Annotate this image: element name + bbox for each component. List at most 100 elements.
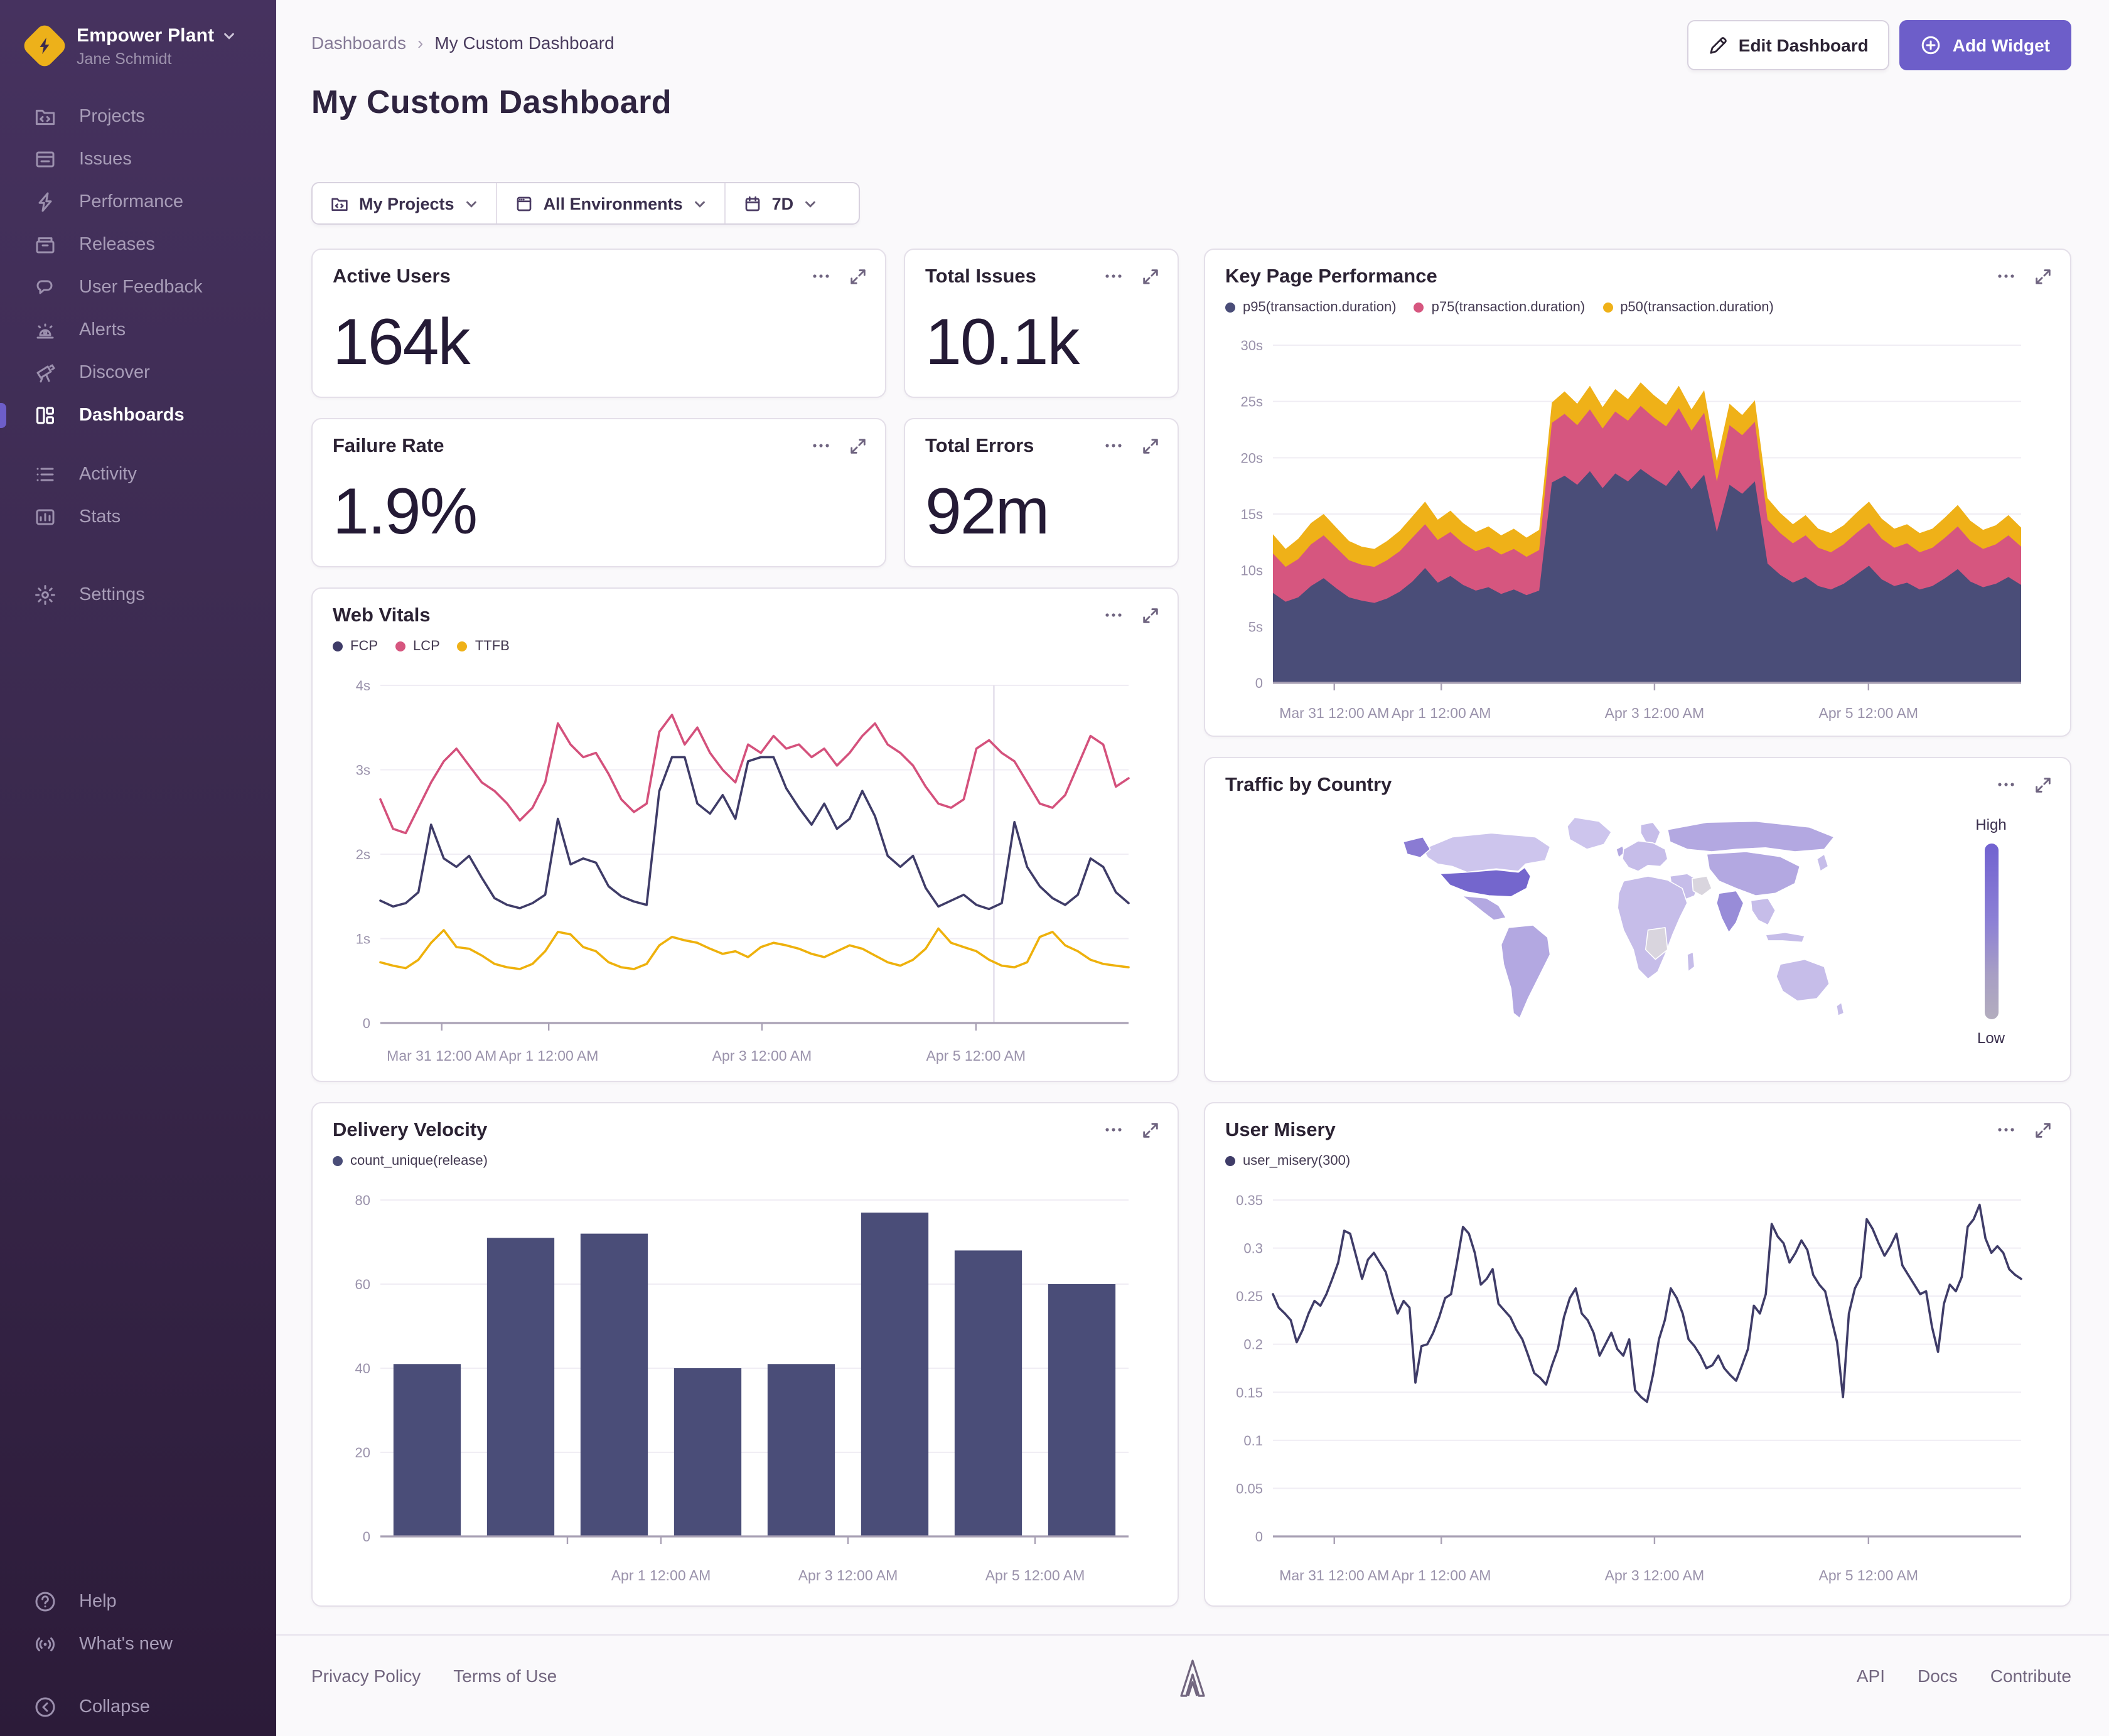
legend-item[interactable]: LCP (395, 639, 440, 654)
project-filter[interactable]: My Projects (313, 183, 496, 223)
widget-expand-icon[interactable] (2034, 775, 2053, 794)
widget-title: Total Issues (925, 266, 1036, 287)
terms-of-use-link[interactable]: Terms of Use (453, 1666, 557, 1686)
widget-menu-button[interactable] (1103, 436, 1124, 456)
widget-menu-button[interactable] (1103, 605, 1124, 625)
legend-item[interactable]: p50(transaction.duration) (1602, 300, 1774, 315)
legend-item[interactable]: FCP (333, 639, 378, 654)
svg-text:0: 0 (363, 1529, 370, 1545)
widget-menu-button[interactable] (1996, 774, 2016, 795)
map-color-legend: High Low (1962, 816, 2020, 1047)
date-range-filter[interactable]: 7D (724, 183, 835, 223)
sidebar-item-dashboards[interactable]: Dashboards (0, 394, 276, 437)
widget-menu-button[interactable] (1103, 266, 1124, 286)
sidebar-item-discover[interactable]: Discover (0, 351, 276, 394)
legend-item[interactable]: count_unique(release) (333, 1154, 488, 1169)
sidebar-item-collapse[interactable]: Collapse (0, 1686, 276, 1728)
footer: Privacy Policy Terms of Use API Docs Con… (276, 1634, 2109, 1736)
svg-text:Mar 31 12:00 AM: Mar 31 12:00 AM (1279, 705, 1389, 721)
svg-text:20s: 20s (1241, 450, 1263, 466)
widget-expand-icon[interactable] (849, 436, 867, 455)
svg-text:0.2: 0.2 (1243, 1337, 1263, 1353)
legend-item[interactable]: TTFB (457, 639, 510, 654)
collapse-icon (34, 1696, 56, 1718)
widget-expand-icon[interactable] (2034, 267, 2053, 286)
svg-text:0: 0 (1255, 1529, 1263, 1545)
user-feedback-icon (34, 276, 56, 299)
legend-dot (1602, 303, 1613, 313)
svg-text:20: 20 (355, 1445, 370, 1460)
sidebar-item-performance[interactable]: Performance (0, 181, 276, 223)
issues-icon (34, 148, 56, 171)
sidebar-item-issues[interactable]: Issues (0, 138, 276, 181)
plus-circle-icon (1922, 36, 1941, 55)
sidebar-item-user-feedback[interactable]: User Feedback (0, 266, 276, 309)
sidebar-item-releases[interactable]: Releases (0, 223, 276, 266)
legend-item[interactable]: p75(transaction.duration) (1414, 300, 1585, 315)
legend-gradient-bar (1984, 844, 1998, 1019)
legend-dot (1225, 303, 1235, 313)
settings-icon (34, 584, 56, 606)
app-viewport: Empower Plant Jane Schmidt Projects Issu… (0, 0, 2109, 1736)
api-link[interactable]: API (1857, 1666, 1885, 1686)
sidebar-item-settings[interactable]: Settings (0, 574, 276, 616)
widget-menu-button[interactable] (811, 436, 831, 456)
sidebar-item-help[interactable]: Help (0, 1580, 276, 1623)
widget-expand-icon[interactable] (1141, 267, 1160, 286)
filter-bar: My Projects All Environments 7D (311, 182, 860, 225)
widget-title: Active Users (333, 266, 451, 287)
sidebar-bottom: Help What's new Collapse (0, 1580, 276, 1728)
widget-menu-button[interactable] (1103, 1120, 1124, 1140)
svg-text:0.1: 0.1 (1243, 1433, 1263, 1449)
sidebar-item-whats-new[interactable]: What's new (0, 1623, 276, 1666)
widget-expand-icon[interactable] (2034, 1120, 2053, 1139)
sidebar-item-stats[interactable]: Stats (0, 496, 276, 538)
widget-total-issues: Total Issues 10.1k (904, 249, 1179, 398)
dashboards-icon (34, 404, 56, 427)
privacy-policy-link[interactable]: Privacy Policy (311, 1666, 421, 1686)
world-map (1393, 801, 1883, 1049)
chart-legend: count_unique(release) (333, 1154, 488, 1169)
main-content: Dashboards › My Custom Dashboard Edit Da… (276, 0, 2109, 1736)
map-south-america (1500, 924, 1551, 1019)
widget-web-vitals: Web Vitals FCP LCP TTFB 0 1s 2s 3s 4s Mar 31 12… (311, 587, 1179, 1082)
org-switcher[interactable]: Empower Plant Jane Schmidt (20, 21, 235, 70)
legend-item[interactable]: p95(transaction.duration) (1225, 300, 1397, 315)
edit-dashboard-button[interactable]: Edit Dashboard (1687, 20, 1890, 70)
map-new-zealand (1836, 1002, 1845, 1017)
legend-item[interactable]: user_misery(300) (1225, 1154, 1350, 1169)
svg-text:80: 80 (355, 1192, 370, 1208)
map-usa (1439, 867, 1532, 897)
breadcrumb-dashboards-link[interactable]: Dashboards (311, 33, 406, 53)
add-widget-button[interactable]: Add Widget (1899, 20, 2071, 70)
widget-menu-button[interactable] (1996, 1120, 2016, 1140)
activity-icon (34, 463, 56, 486)
widget-title: Total Errors (925, 436, 1034, 457)
svg-text:0.35: 0.35 (1236, 1192, 1263, 1208)
svg-text:Mar 31 12:00 AM: Mar 31 12:00 AM (387, 1047, 496, 1064)
environment-filter[interactable]: All Environments (495, 183, 724, 223)
projects-icon (34, 105, 56, 128)
stats-icon (34, 506, 56, 528)
svg-text:Apr 5 12:00 AM: Apr 5 12:00 AM (985, 1567, 1085, 1583)
widget-expand-icon[interactable] (1141, 1120, 1160, 1139)
line-chart: 0 0.05 0.1 0.15 0.2 0.25 0.3 0.35 Mar 31 12:00 A… (1223, 1179, 2055, 1604)
docs-link[interactable]: Docs (1918, 1666, 1958, 1686)
chevron-down-icon (803, 196, 817, 210)
sidebar-item-alerts[interactable]: Alerts (0, 309, 276, 351)
widget-expand-icon[interactable] (849, 267, 867, 286)
widget-title: Key Page Performance (1225, 266, 1437, 287)
user-name: Jane Schmidt (77, 50, 172, 68)
widget-menu-button[interactable] (811, 266, 831, 286)
widget-menu-button[interactable] (1996, 266, 2016, 286)
map-greenland (1567, 817, 1612, 850)
map-australia (1776, 958, 1830, 1002)
sidebar-item-activity[interactable]: Activity (0, 453, 276, 496)
svg-text:Apr 5 12:00 AM: Apr 5 12:00 AM (926, 1047, 1026, 1064)
svg-text:Apr 3 12:00 AM: Apr 3 12:00 AM (798, 1567, 898, 1583)
svg-text:Apr 1 12:00 AM: Apr 1 12:00 AM (499, 1047, 599, 1064)
widget-expand-icon[interactable] (1141, 606, 1160, 624)
widget-expand-icon[interactable] (1141, 436, 1160, 455)
sidebar-item-projects[interactable]: Projects (0, 95, 276, 138)
contribute-link[interactable]: Contribute (1990, 1666, 2071, 1686)
